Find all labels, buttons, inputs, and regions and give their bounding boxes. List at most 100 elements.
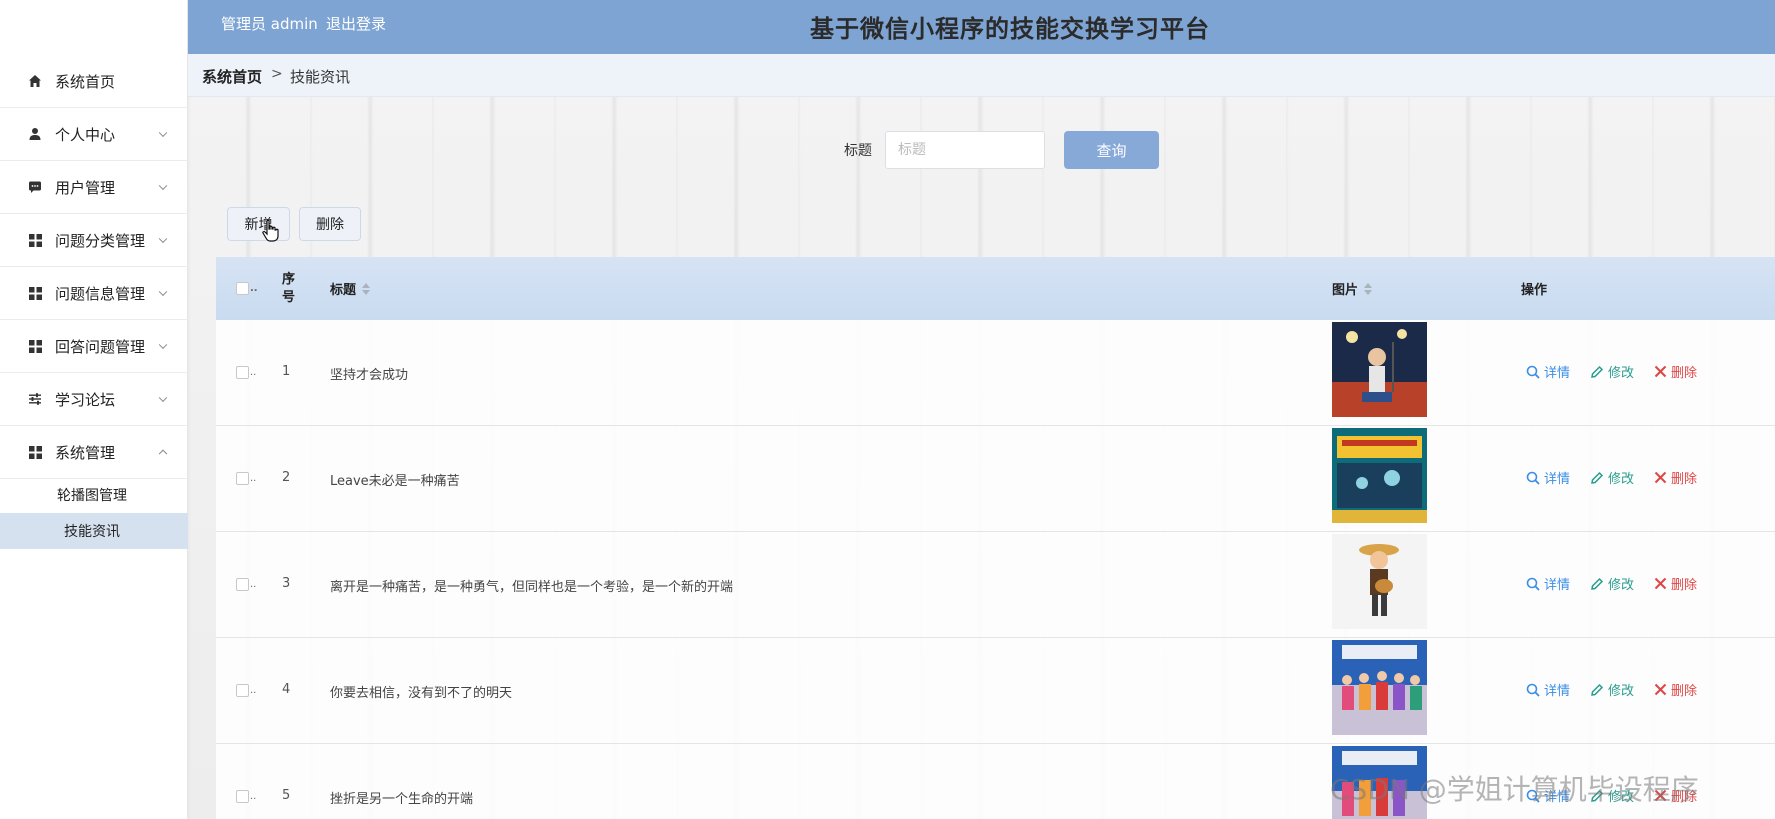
row-checkbox[interactable] xyxy=(236,790,249,803)
pencil-icon xyxy=(1591,471,1604,484)
search-icon xyxy=(1526,365,1540,379)
title-search-input[interactable] xyxy=(885,131,1045,169)
pencil-icon xyxy=(1591,365,1604,378)
breadcrumb: 系统首页 > 技能资讯 xyxy=(188,54,1775,97)
top-header: 管理员 admin 退出登录 基于微信小程序的技能交换学习平台 xyxy=(188,0,1775,54)
row-image[interactable] xyxy=(1332,640,1427,735)
row-checkbox[interactable] xyxy=(236,366,249,379)
close-icon xyxy=(1654,683,1667,696)
row-title: 离开是一种痛苦，是一种勇气，但同样也是一个考验，是一个新的开端 xyxy=(330,580,734,595)
view-detail-button[interactable]: 详情 xyxy=(1526,362,1570,381)
chevron-down-icon xyxy=(158,287,168,297)
sidebar-item-label: 用户管理 xyxy=(55,178,116,197)
table-row: .. 3 离开是一种痛苦，是一种勇气，但同样也是一个考验，是一个新的开端 详情 … xyxy=(216,532,1775,638)
row-image[interactable] xyxy=(1332,534,1427,629)
sidebar-subitem-label: 轮播图管理 xyxy=(57,488,127,504)
row-index: 1 xyxy=(282,364,291,379)
table-header: .. 序号 标题 图片 操作 xyxy=(216,257,1775,320)
add-button[interactable]: 新增 xyxy=(227,207,290,241)
table-row: .. 1 坚持才会成功 详情 修改 删除 xyxy=(216,320,1775,426)
sidebar-subitem-label: 技能资讯 xyxy=(64,524,120,540)
row-title: 坚持才会成功 xyxy=(330,368,409,383)
admin-label: 管理员 admin xyxy=(221,15,318,33)
sidebar-item-forum[interactable]: 学习论坛 xyxy=(0,373,188,426)
breadcrumb-home[interactable]: 系统首页 xyxy=(202,66,262,87)
user-icon xyxy=(28,127,42,141)
chevron-down-icon xyxy=(158,234,168,244)
row-checkbox-cell[interactable]: .. xyxy=(236,790,256,803)
grid-icon xyxy=(28,233,42,247)
sidebar-item-home[interactable]: 系统首页 xyxy=(0,55,188,108)
sidebar-item-personal-center[interactable]: 个人中心 xyxy=(0,108,188,161)
watermark: CSDN @学姐计算机毕设程序 xyxy=(1330,773,1699,806)
edit-button[interactable]: 修改 xyxy=(1590,574,1634,593)
chevron-down-icon xyxy=(158,128,168,138)
sidebar-item-user-management[interactable]: 用户管理 xyxy=(0,161,188,214)
view-detail-button[interactable]: 详情 xyxy=(1526,468,1570,487)
breadcrumb-current: 技能资讯 xyxy=(290,68,351,86)
row-actions: 详情 修改 删除 xyxy=(1526,362,1717,381)
row-checkbox-cell[interactable]: .. xyxy=(236,366,256,379)
row-checkbox[interactable] xyxy=(236,472,249,485)
chevron-down-icon xyxy=(158,340,168,350)
delete-button[interactable]: 删除 xyxy=(1654,574,1697,593)
sidebar-item-question-info[interactable]: 问题信息管理 xyxy=(0,267,188,320)
chevron-up-icon xyxy=(158,449,168,459)
view-detail-button[interactable]: 详情 xyxy=(1526,680,1570,699)
row-title: 挫折是另一个生命的开端 xyxy=(330,792,474,807)
delete-button[interactable]: 删除 xyxy=(1654,680,1697,699)
logout-link[interactable]: 退出登录 xyxy=(326,13,386,34)
row-title: Leave未必是一种痛苦 xyxy=(330,474,460,489)
sidebar-item-label: 学习论坛 xyxy=(55,390,116,409)
sidebar-item-label: 个人中心 xyxy=(55,125,116,144)
query-button[interactable]: 查询 xyxy=(1064,131,1159,169)
row-checkbox-cell[interactable]: .. xyxy=(236,578,256,591)
data-table: .. 序号 标题 图片 操作 .. 1 坚持才会成功 详情 修改 删除 .. 2… xyxy=(216,257,1775,819)
chat-icon xyxy=(28,180,42,194)
sort-icon[interactable] xyxy=(1364,282,1373,296)
search-icon xyxy=(1526,471,1540,485)
sidebar-item-answer-management[interactable]: 回答问题管理 xyxy=(0,320,188,373)
row-checkbox-cell[interactable]: .. xyxy=(236,472,256,485)
edit-button[interactable]: 修改 xyxy=(1590,468,1634,487)
edit-button[interactable]: 修改 xyxy=(1590,680,1634,699)
row-index: 3 xyxy=(282,576,291,591)
row-actions: 详情 修改 删除 xyxy=(1526,468,1717,487)
sidebar-item-label: 问题分类管理 xyxy=(55,231,146,250)
select-all-checkbox[interactable] xyxy=(236,282,249,295)
close-icon xyxy=(1654,365,1667,378)
row-actions: 详情 修改 删除 xyxy=(1526,574,1717,593)
search-icon xyxy=(1526,577,1540,591)
grid-icon xyxy=(28,286,42,300)
row-checkbox[interactable] xyxy=(236,684,249,697)
column-ops: 操作 xyxy=(1521,283,1548,298)
sort-icon[interactable] xyxy=(362,282,371,296)
sidebar-item-label: 系统管理 xyxy=(55,443,116,462)
close-icon xyxy=(1654,471,1667,484)
sidebar-item-system-management[interactable]: 系统管理 xyxy=(0,426,188,479)
sidebar-item-label: 回答问题管理 xyxy=(55,337,146,356)
sidebar-item-question-category[interactable]: 问题分类管理 xyxy=(0,214,188,267)
column-title[interactable]: 标题 xyxy=(330,257,371,320)
table-row: .. 2 Leave未必是一种痛苦 详情 修改 删除 xyxy=(216,426,1775,532)
site-title: 基于微信小程序的技能交换学习平台 xyxy=(810,15,1210,43)
grid-icon xyxy=(28,445,42,459)
view-detail-button[interactable]: 详情 xyxy=(1526,574,1570,593)
select-all-cell[interactable]: .. xyxy=(236,257,258,320)
delete-button[interactable]: 删除 xyxy=(1654,362,1697,381)
column-image[interactable]: 图片 xyxy=(1332,257,1373,320)
search-icon xyxy=(1526,683,1540,697)
sidebar-subitem-skill-news[interactable]: 技能资讯 xyxy=(0,513,188,549)
delete-button[interactable]: 删除 xyxy=(1654,468,1697,487)
sidebar: 系统首页 个人中心 用户管理 问题分类管理 问题信息管理 回答问题管理 学习论坛… xyxy=(0,0,188,819)
row-image[interactable] xyxy=(1332,428,1427,523)
row-actions: 详情 修改 删除 xyxy=(1526,680,1717,699)
edit-button[interactable]: 修改 xyxy=(1590,362,1634,381)
chevron-down-icon xyxy=(158,393,168,403)
row-image[interactable] xyxy=(1332,322,1427,417)
row-checkbox-cell[interactable]: .. xyxy=(236,684,256,697)
batch-delete-button[interactable]: 删除 xyxy=(299,207,361,241)
row-checkbox[interactable] xyxy=(236,578,249,591)
chevron-down-icon xyxy=(158,181,168,191)
sidebar-subitem-carousel[interactable]: 轮播图管理 xyxy=(0,477,188,513)
